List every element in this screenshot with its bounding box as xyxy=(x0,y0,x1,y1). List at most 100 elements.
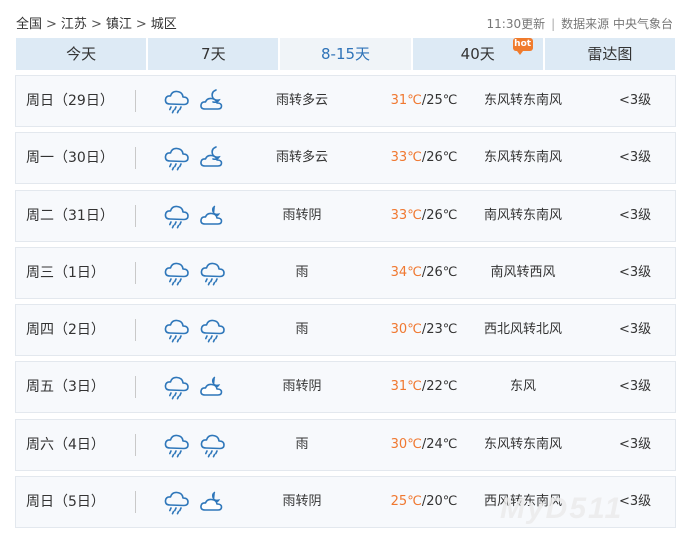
temperature: 33℃/26℃ xyxy=(374,191,474,241)
breadcrumb-district: 城区 xyxy=(150,17,177,32)
temperature: 31℃/22℃ xyxy=(374,362,474,412)
breadcrumb-separator: > xyxy=(46,17,57,32)
tab-radar[interactable]: 雷达图 xyxy=(544,38,676,70)
wind-direction: 西北风转北风 xyxy=(483,322,562,338)
wind-direction: 东风转东南风 xyxy=(483,436,562,452)
weather-description: 雨转阴 xyxy=(282,494,322,510)
day-label: 周三（1日） xyxy=(26,264,105,281)
tab-40-days[interactable]: 40天 hot xyxy=(412,38,543,70)
row-divider xyxy=(135,147,136,170)
data-source: 11:30更新 | 数据来源 中央气象台 xyxy=(487,15,673,32)
row-divider xyxy=(135,319,136,342)
wind-direction: 南风转西风 xyxy=(490,264,556,280)
low-temp: /20℃ xyxy=(421,494,458,510)
day-label: 周日（29日） xyxy=(26,93,114,109)
low-temp: /25℃ xyxy=(421,93,458,108)
high-temp: 33℃ xyxy=(390,150,422,166)
weather-icons xyxy=(163,488,227,516)
breadcrumb-country[interactable]: 全国 xyxy=(16,17,42,32)
high-temp: 31℃ xyxy=(390,93,422,108)
weather-description: 雨转多云 xyxy=(275,150,328,166)
tab-label: 40天 xyxy=(460,45,495,63)
rain-icon xyxy=(199,431,227,459)
wind-direction: 东风 xyxy=(509,379,536,395)
overcast-icon xyxy=(199,488,227,516)
breadcrumb-province[interactable]: 江苏 xyxy=(61,17,87,32)
forecast-row: 周一（30日） 雨转多云 33℃/26℃ 东风转东南风 <3级 xyxy=(15,132,676,185)
wind-level: <3级 xyxy=(619,264,652,280)
rain-icon xyxy=(163,431,191,459)
rain-icon xyxy=(163,259,191,287)
temperature: 30℃/24℃ xyxy=(374,420,474,470)
tab-8-15-days[interactable]: 8-15天 xyxy=(280,38,411,70)
weather-icons xyxy=(163,259,227,287)
low-temp: /23℃ xyxy=(421,322,458,338)
row-divider xyxy=(135,90,136,112)
weather-description: 雨转阴 xyxy=(282,379,322,395)
forecast-tabs: 今天 7天 8-15天 40天 hot 雷达图 xyxy=(16,38,676,70)
forecast-list: 周日（29日） 雨转多云 31℃/25℃ 东风转东南风 <3级 周一（30日） 雨转多云 33… xyxy=(15,75,676,533)
temperature: 31℃/25℃ xyxy=(374,76,474,126)
watermark: MyD511 xyxy=(500,492,624,525)
day-label: 周一（30日） xyxy=(26,150,114,167)
source-divider: | xyxy=(551,17,556,31)
temperature: 34℃/26℃ xyxy=(374,248,474,298)
row-divider xyxy=(135,261,136,284)
day-label: 周二（31日） xyxy=(26,207,114,224)
weather-icons xyxy=(163,431,227,459)
wind-level: <3级 xyxy=(619,93,652,108)
high-temp: 33℃ xyxy=(390,207,422,223)
day-label: 周六（4日） xyxy=(26,436,105,453)
temperature: 33℃/26℃ xyxy=(374,133,474,183)
wind-level: <3级 xyxy=(619,207,652,223)
overcast-icon xyxy=(199,202,227,230)
low-temp: /26℃ xyxy=(421,264,458,280)
high-temp: 34℃ xyxy=(390,264,422,280)
tab-7-days[interactable]: 7天 xyxy=(148,38,279,70)
weather-description: 雨 xyxy=(295,322,309,338)
tab-label: 今天 xyxy=(66,45,97,63)
weather-description: 雨 xyxy=(295,436,309,452)
high-temp: 30℃ xyxy=(390,436,422,452)
rain-icon xyxy=(199,259,227,287)
high-temp: 30℃ xyxy=(390,322,422,338)
wind-level: <3级 xyxy=(619,494,652,510)
weather-description: 雨转多云 xyxy=(275,93,328,108)
partly-cloudy-night-icon xyxy=(199,144,227,172)
weather-icons xyxy=(163,373,227,401)
temperature: 25℃/20℃ xyxy=(374,477,474,527)
weather-description: 雨 xyxy=(295,264,309,280)
rain-icon xyxy=(199,316,227,344)
breadcrumb: 全国 > 江苏 > 镇江 > 城区 xyxy=(16,13,177,32)
rain-icon xyxy=(163,373,191,401)
temperature: 30℃/23℃ xyxy=(374,305,474,355)
high-temp: 25℃ xyxy=(390,494,422,510)
breadcrumb-separator: > xyxy=(135,17,147,32)
day-label: 周日（5日） xyxy=(26,494,105,511)
row-divider xyxy=(135,204,136,227)
forecast-row: 周六（4日） 雨 30℃/24℃ 东风转东南风 <3级 xyxy=(15,418,676,471)
wind-level: <3级 xyxy=(619,379,652,395)
breadcrumb-city[interactable]: 镇江 xyxy=(106,17,132,32)
day-label: 周四（2日） xyxy=(26,322,105,339)
forecast-row: 周三（1日） 雨 34℃/26℃ 南风转西风 <3级 xyxy=(15,246,676,299)
tab-label: 雷达图 xyxy=(587,45,633,63)
rain-icon xyxy=(163,316,191,344)
wind-direction: 东风转东南风 xyxy=(483,150,562,166)
rain-icon xyxy=(163,202,191,230)
low-temp: /22℃ xyxy=(421,379,458,395)
low-temp: /26℃ xyxy=(421,207,458,223)
tab-label: 7天 xyxy=(201,45,226,63)
forecast-row: 周二（31日） 雨转阴 33℃/26℃ 南风转东南风 <3级 xyxy=(15,189,676,242)
high-temp: 31℃ xyxy=(390,379,422,395)
weather-icons xyxy=(163,87,227,115)
tab-today[interactable]: 今天 xyxy=(16,38,147,70)
weather-icons xyxy=(163,202,227,230)
row-divider xyxy=(135,491,136,514)
row-divider xyxy=(135,433,136,456)
low-temp: /24℃ xyxy=(421,436,458,452)
update-time: 11:30更新 xyxy=(486,17,546,31)
wind-direction: 东风转东南风 xyxy=(483,93,562,108)
hot-badge: hot xyxy=(512,38,533,55)
breadcrumb-separator: > xyxy=(90,17,102,32)
